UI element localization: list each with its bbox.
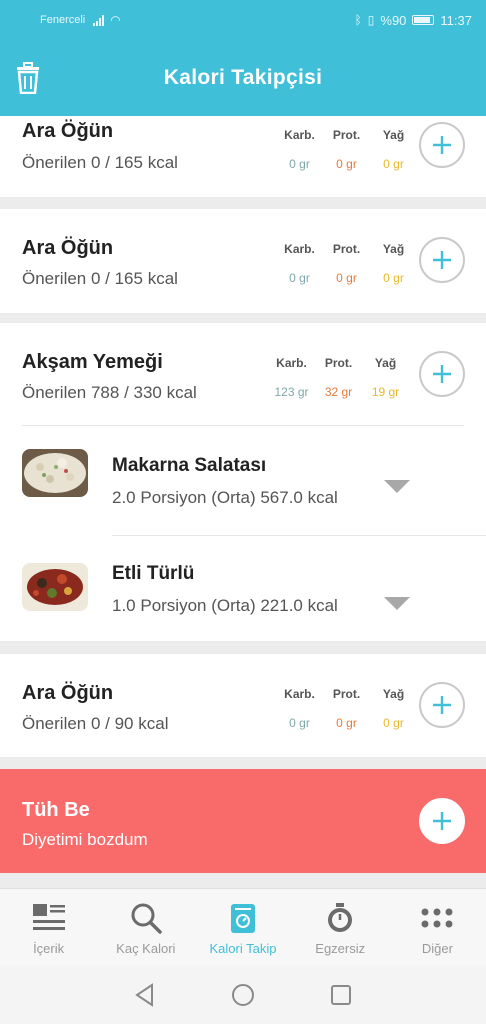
meal-card-snack-1: Ara Öğün Önerilen 0 / 165 kcal Karb. 0 gr…: [0, 116, 486, 197]
carb-label: Karb.: [276, 356, 307, 370]
add-food-button[interactable]: [419, 122, 465, 168]
meal-name: Ara Öğün: [22, 237, 114, 259]
protein-value: 0 gr: [336, 157, 357, 171]
fat-label: Yağ: [382, 242, 405, 256]
cheat-title: Tüh Be: [22, 799, 90, 821]
food-item[interactable]: Makarna Salatası 2.0 Porsiyon (Orta) 567…: [0, 425, 486, 535]
vibrate-icon: ▯: [367, 13, 375, 27]
nav-item-content[interactable]: İçerik: [0, 889, 97, 966]
food-thumbnail: [22, 563, 88, 611]
system-navigation-bar: [0, 966, 486, 1024]
carb-label: Karb.: [284, 128, 315, 142]
carb-value: 0 gr: [289, 716, 310, 730]
protein-value: 0 gr: [336, 716, 357, 730]
add-food-button[interactable]: [419, 237, 465, 283]
signal-icon: [93, 14, 105, 26]
plus-icon: [433, 251, 451, 269]
meal-name: Ara Öğün: [22, 682, 114, 704]
carb-value: 0 gr: [289, 271, 310, 285]
nav-item-calories[interactable]: Kaç Kalori: [97, 889, 194, 966]
recents-icon[interactable]: [328, 982, 354, 1008]
protein-label: Prot.: [324, 356, 353, 370]
protein-label: Prot.: [332, 128, 361, 142]
meal-name: Akşam Yemeği: [22, 351, 163, 373]
food-thumbnail: [22, 449, 88, 497]
search-icon: [131, 903, 162, 934]
status-bar: Fenerceli ◠ ᛒ ▯ %90 11:37: [0, 0, 486, 40]
battery-percent: %90: [380, 12, 407, 28]
food-item[interactable]: Etli Türlü 1.0 Porsiyon (Orta) 221.0 kca…: [0, 535, 486, 641]
meal-card-snack-3: Ara Öğün Önerilen 0 / 90 kcal Karb. 0 gr …: [0, 654, 486, 757]
plus-icon: [433, 365, 451, 383]
nav-item-calorie-tracker[interactable]: Kalori Takip: [194, 889, 291, 966]
nav-label: Egzersiz: [315, 941, 366, 956]
fat-value: 0 gr: [383, 157, 404, 171]
protein-label: Prot.: [332, 687, 361, 701]
wifi-icon: ◠: [110, 13, 121, 27]
plus-icon: [433, 812, 451, 830]
food-name: Etli Türlü: [112, 563, 195, 584]
protein-value: 32 gr: [324, 385, 353, 399]
cheat-subtitle: Diyetimi bozdum: [22, 830, 148, 849]
app-bar: Kalori Takipçisi: [0, 40, 486, 116]
fat-label: Yağ: [382, 687, 405, 701]
macro-summary: Karb. 0 gr Prot. 0 gr Yağ 0 gr: [276, 687, 417, 730]
macro-summary: Karb. 123 gr Prot. 32 gr Yağ 19 gr: [268, 356, 409, 399]
add-food-button[interactable]: [419, 351, 465, 397]
scale-icon: [231, 904, 255, 933]
meal-list: Ara Öğün Önerilen 0 / 165 kcal Karb. 0 gr…: [0, 116, 486, 888]
add-food-button[interactable]: [419, 682, 465, 728]
bluetooth-icon: ᛒ: [354, 13, 362, 27]
meal-card-dinner: Akşam Yemeği Önerilen 788 / 330 kcal Kar…: [0, 323, 486, 641]
trash-icon[interactable]: [14, 62, 42, 94]
carb-value: 123 gr: [274, 385, 309, 399]
chevron-down-icon[interactable]: [384, 597, 410, 610]
fat-value: 19 gr: [371, 385, 400, 399]
meal-calorie-summary: Önerilen 0 / 90 kcal: [22, 714, 169, 733]
clock: 11:37: [440, 12, 472, 28]
article-icon: [32, 904, 65, 930]
add-cheat-button[interactable]: [419, 798, 465, 844]
carb-label: Karb.: [284, 687, 315, 701]
protein-value: 0 gr: [336, 271, 357, 285]
chevron-down-icon[interactable]: [384, 480, 410, 493]
nav-label: Kalori Takip: [209, 941, 277, 956]
nav-label: İçerik: [33, 941, 65, 956]
plus-icon: [433, 136, 451, 154]
carb-value: 0 gr: [289, 157, 310, 171]
nav-item-more[interactable]: Diğer: [389, 889, 486, 966]
nav-label: Diğer: [421, 941, 453, 956]
dots-grid-icon: [421, 908, 453, 928]
battery-icon: [412, 15, 435, 25]
nav-label: Kaç Kalori: [116, 941, 176, 956]
fat-label: Yağ: [374, 356, 397, 370]
meal-name: Ara Öğün: [22, 120, 114, 142]
home-icon[interactable]: [230, 982, 256, 1008]
meal-calorie-summary: Önerilen 788 / 330 kcal: [22, 383, 197, 402]
fat-value: 0 gr: [383, 716, 404, 730]
back-icon[interactable]: [132, 982, 158, 1008]
macro-summary: Karb. 0 gr Prot. 0 gr Yağ 0 gr: [276, 128, 417, 171]
nav-item-exercise[interactable]: Egzersiz: [292, 889, 389, 966]
fat-label: Yağ: [382, 128, 405, 142]
food-detail: 1.0 Porsiyon (Orta) 221.0 kcal: [112, 596, 338, 615]
food-detail: 2.0 Porsiyon (Orta) 567.0 kcal: [112, 488, 338, 507]
meal-calorie-summary: Önerilen 0 / 165 kcal: [22, 153, 178, 172]
carb-label: Karb.: [284, 242, 315, 256]
meal-calorie-summary: Önerilen 0 / 165 kcal: [22, 269, 178, 288]
food-name: Makarna Salatası: [112, 455, 267, 476]
fat-value: 0 gr: [383, 271, 404, 285]
stopwatch-icon: [328, 903, 353, 932]
carrier-name: Fenerceli: [40, 14, 86, 26]
cheat-meal-card: Tüh Be Diyetimi bozdum: [0, 769, 486, 873]
page-title: Kalori Takipçisi: [163, 66, 323, 89]
meal-card-snack-2: Ara Öğün Önerilen 0 / 165 kcal Karb. 0 gr…: [0, 209, 486, 313]
plus-icon: [433, 696, 451, 714]
protein-label: Prot.: [332, 242, 361, 256]
bottom-navigation: İçerik Kaç Kalori Kalori Takip Egzersiz …: [0, 888, 486, 966]
macro-summary: Karb. 0 gr Prot. 0 gr Yağ 0 gr: [276, 242, 417, 285]
